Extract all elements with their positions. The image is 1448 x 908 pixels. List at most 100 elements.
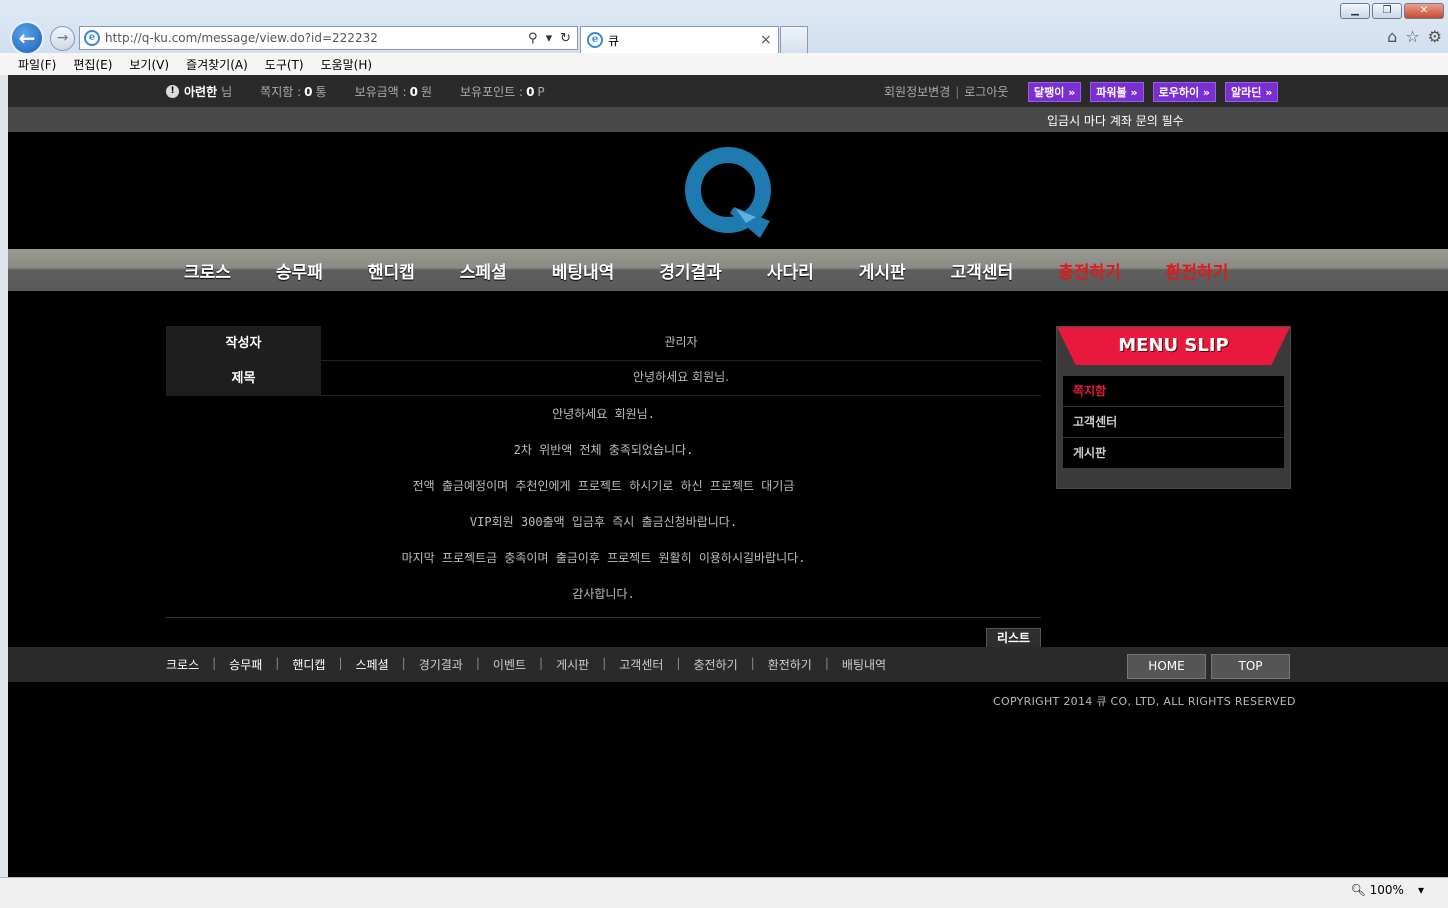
favorites-star-icon[interactable]: ☆	[1405, 27, 1419, 46]
minimize-button[interactable]: ▁	[1340, 3, 1370, 19]
footer-link-bet-history[interactable]: 배팅내역	[842, 656, 886, 673]
edit-profile-link[interactable]: 회원정보변경	[884, 85, 950, 99]
honorific: 님	[221, 85, 233, 99]
footer-link-win-draw-lose[interactable]: 승무패	[229, 656, 262, 673]
nav-board[interactable]: 게시판	[859, 258, 906, 283]
close-window-button[interactable]: ✕	[1404, 3, 1444, 19]
message-body: 안녕하세요 회원님. 2차 위반액 전체 충족되었습니다. 전액 출금예정이며 …	[166, 396, 1041, 618]
username: 아련한	[184, 85, 218, 99]
q-logo[interactable]	[684, 145, 776, 240]
nav-bet-history[interactable]: 베팅내역	[552, 258, 615, 283]
message-line: VIP회원 300출액 입금후 즉시 출금신청바랍니다.	[469, 515, 738, 529]
main-nav: 크로스 승무패 핸디캡 스페셜 베팅내역 경기결과 사다리 게시판 고객센터 충…	[8, 249, 1448, 291]
message-count: 0	[304, 84, 313, 99]
footer-link-special[interactable]: 스페셜	[356, 656, 389, 673]
list-button[interactable]: 리스트	[986, 628, 1041, 648]
nav-withdraw[interactable]: 환전하기	[1166, 258, 1229, 283]
aladdin-button[interactable]: 알라딘 »	[1225, 82, 1279, 102]
browser-chrome: ▁ ❐ ✕ ← → e http://q-ku.com/message/view…	[0, 0, 1448, 75]
address-url[interactable]: http://q-ku.com/message/view.do?id=22223…	[105, 31, 528, 45]
author-row: 작성자 관리자	[166, 326, 1041, 361]
author-value: 관리자	[664, 335, 698, 349]
menu-edit[interactable]: 편집(E)	[73, 56, 112, 73]
title-row: 제목 안녕하세요 회원님.	[166, 361, 1041, 396]
user-topbar: ! 아련한 님 쪽지함 : 0 통 보유금액 : 0 원 보유포인트 : 0 P…	[8, 75, 1448, 107]
money-value: 0	[409, 84, 418, 99]
forward-button[interactable]: →	[50, 26, 75, 51]
window-controls: ▁ ❐ ✕	[1340, 3, 1444, 19]
footer-link-support[interactable]: 고객센터	[619, 656, 663, 673]
account-links: 회원정보변경 | 로그아웃	[884, 85, 1009, 99]
ie-icon: e	[84, 30, 100, 46]
message-unit: 통	[315, 85, 327, 99]
money-unit: 원	[420, 85, 432, 99]
message-label[interactable]: 쪽지함 :	[260, 83, 301, 100]
nav-cross[interactable]: 크로스	[184, 258, 231, 283]
point-label: 보유포인트 :	[460, 85, 524, 99]
point-value: 0	[526, 84, 535, 99]
menu-file[interactable]: 파일(F)	[18, 56, 56, 73]
menu-bar: 파일(F) 편집(E) 보기(V) 즐겨찾기(A) 도구(T) 도움말(H)	[0, 53, 1448, 75]
lowhigh-button[interactable]: 로우하이 »	[1152, 82, 1217, 102]
zoom-control[interactable]: 🔍︎ 100% ▾	[1351, 883, 1424, 897]
home-button[interactable]: HOME	[1127, 654, 1206, 679]
nav-special[interactable]: 스페셜	[460, 258, 507, 283]
nav-win-draw-lose[interactable]: 승무패	[276, 258, 323, 283]
message-line: 전액 출금예정이며 추천인에게 프로젝트 하시기로 하신 프로젝트 대기금	[412, 479, 795, 493]
snail-button[interactable]: 달팽이 »	[1028, 82, 1082, 102]
slip-item-support[interactable]: 고객센터	[1063, 407, 1284, 438]
browser-tab[interactable]: e 큐 ×	[580, 26, 779, 53]
top-button[interactable]: TOP	[1211, 654, 1290, 679]
logout-link[interactable]: 로그아웃	[964, 85, 1008, 99]
copyright: COPYRIGHT 2014 큐 CO, LTD, ALL RIGHTS RES…	[993, 695, 1296, 708]
tab-close-icon[interactable]: ×	[760, 32, 778, 48]
powerball-button[interactable]: 파워볼 »	[1090, 82, 1144, 102]
back-button[interactable]: ←	[10, 21, 44, 55]
refresh-icon[interactable]: ↻	[560, 31, 571, 46]
footer-link-board[interactable]: 게시판	[556, 656, 589, 673]
footer-link-cross[interactable]: 크로스	[166, 656, 199, 673]
zoom-dropdown-icon[interactable]: ▾	[1418, 883, 1424, 897]
nav-results[interactable]: 경기결과	[659, 258, 722, 283]
menu-slip: MENU SLIP 쪽지함 고객센터 게시판	[1056, 326, 1291, 489]
footer-bar: 크로스 | 승무패 | 핸디캡 | 스페셜 | 경기결과 | 이벤트 | 게시판 | 고객센터…	[8, 647, 1448, 682]
footer-link-handicap[interactable]: 핸디캡	[292, 656, 325, 673]
search-icon[interactable]: ⚲	[528, 31, 538, 46]
menu-favorites[interactable]: 즐겨찾기(A)	[186, 56, 248, 73]
home-icon[interactable]: ⌂	[1387, 27, 1397, 46]
notice-bar: 입금시 마다 계좌 문의 필수	[8, 107, 1448, 132]
game-site-buttons: 달팽이 » 파워볼 » 로우하이 » 알라딘 »	[1028, 82, 1279, 102]
settings-gear-icon[interactable]: ⚙	[1428, 27, 1442, 46]
tab-title: 큐	[608, 33, 620, 48]
forward-arrow-icon: →	[56, 30, 69, 46]
slip-item-board[interactable]: 게시판	[1063, 438, 1284, 469]
maximize-button[interactable]: ❐	[1372, 3, 1402, 19]
menu-view[interactable]: 보기(V)	[129, 56, 169, 73]
author-label: 작성자	[166, 326, 321, 361]
back-arrow-icon: ←	[18, 26, 36, 50]
nav-ladder[interactable]: 사다리	[767, 258, 814, 283]
title-label: 제목	[166, 361, 321, 396]
nav-deposit[interactable]: 충전하기	[1058, 258, 1121, 283]
nav-support[interactable]: 고객센터	[951, 258, 1014, 283]
slip-item-messages[interactable]: 쪽지함	[1063, 376, 1284, 407]
address-bar[interactable]: e http://q-ku.com/message/view.do?id=222…	[79, 26, 578, 50]
footer-link-withdraw[interactable]: 환전하기	[768, 656, 812, 673]
message-line: 마지막 프로젝트금 충족이며 출금이후 프로젝트 원활히 이용하시길바랍니다.	[401, 551, 806, 565]
title-value: 안녕하세요 회원님.	[633, 370, 729, 384]
footer-link-deposit[interactable]: 충전하기	[693, 656, 737, 673]
money-label: 보유금액 :	[354, 85, 407, 99]
footer-links: 크로스 | 승무패 | 핸디캡 | 스페셜 | 경기결과 | 이벤트 | 게시판 | 고객센터…	[166, 656, 887, 673]
menu-help[interactable]: 도움말(H)	[321, 56, 373, 73]
footer-link-event[interactable]: 이벤트	[493, 656, 526, 673]
nav-handicap[interactable]: 핸디캡	[368, 258, 415, 283]
message-line: 2차 위반액 전체 충족되었습니다.	[513, 443, 694, 457]
left-edge	[0, 75, 8, 877]
status-bar: 🔍︎ 100% ▾	[0, 877, 1448, 908]
message-view: 작성자 관리자 제목 안녕하세요 회원님. 안녕하세요 회원님. 2차 위반액 …	[166, 326, 1041, 618]
new-tab-button[interactable]	[780, 26, 808, 53]
message-line: 감사합니다.	[572, 587, 635, 601]
menu-tools[interactable]: 도구(T)	[265, 56, 304, 73]
dropdown-icon[interactable]: ▾	[546, 31, 553, 46]
footer-link-results[interactable]: 경기결과	[419, 656, 463, 673]
